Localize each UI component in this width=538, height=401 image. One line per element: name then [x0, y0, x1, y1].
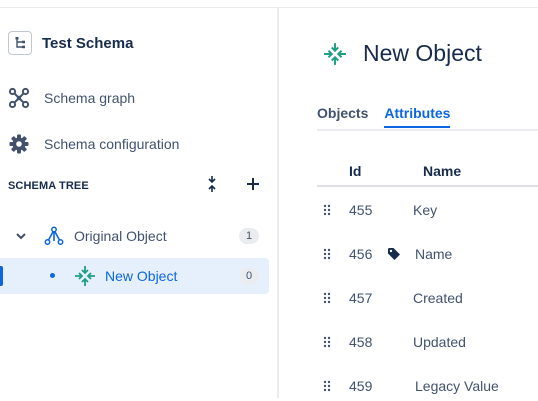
object-count-badge: 0: [239, 268, 259, 284]
schema-icon: [8, 31, 32, 55]
selected-indicator: [0, 266, 3, 286]
tab-attributes[interactable]: Attributes: [384, 105, 451, 128]
schema-graph-icon: [8, 87, 30, 109]
attribute-name: Legacy Value: [415, 378, 499, 394]
object-count-badge: 1: [239, 228, 259, 244]
page-title: New Object: [363, 40, 482, 66]
drag-handle-icon[interactable]: [323, 380, 331, 392]
tab-bar: Objects Attributes: [317, 105, 466, 128]
tab-underline: [317, 129, 538, 131]
label-tag-icon: [388, 248, 400, 260]
attribute-id: 459: [349, 378, 373, 394]
collapse-arrows-icon: [206, 175, 218, 198]
table-header-divider: [317, 185, 538, 187]
attribute-row[interactable]: 455 Key: [317, 195, 538, 225]
nav-schema-configuration[interactable]: Schema configuration: [8, 129, 179, 159]
drag-handle-icon[interactable]: [323, 248, 331, 260]
attribute-id: 457: [349, 290, 373, 306]
attribute-row[interactable]: 456 Name: [317, 239, 538, 269]
attribute-id: 456: [349, 246, 373, 262]
tree-item-label: New Object: [105, 268, 178, 284]
drag-handle-icon[interactable]: [323, 292, 331, 304]
tab-objects[interactable]: Objects: [317, 105, 368, 128]
schema-title-text: Test Schema: [42, 34, 134, 52]
schema-title[interactable]: Test Schema: [8, 28, 133, 58]
attribute-id: 458: [349, 334, 373, 350]
attribute-row[interactable]: 458 Updated: [317, 327, 538, 357]
compress-arrows-icon: [323, 42, 347, 66]
tree-item-label: Original Object: [74, 228, 167, 244]
drag-handle-icon[interactable]: [323, 336, 331, 348]
add-object-type-button[interactable]: [242, 175, 264, 197]
chevron-down-icon[interactable]: [15, 230, 27, 242]
attribute-row[interactable]: 457 Created: [317, 283, 538, 313]
gear-icon: [8, 133, 30, 155]
nav-schema-graph[interactable]: Schema graph: [8, 83, 135, 113]
drag-handle-icon[interactable]: [323, 204, 331, 216]
attribute-id: 455: [349, 202, 373, 218]
column-header-name[interactable]: Name: [423, 163, 461, 179]
tree-item-original-object[interactable]: Original Object 1: [0, 218, 269, 254]
attribute-row[interactable]: 459 Legacy Value: [317, 371, 538, 401]
attribute-name: Key: [413, 202, 438, 218]
collapse-tree-button[interactable]: [201, 175, 223, 197]
top-bar: [0, 0, 538, 8]
nav-schema-configuration-label: Schema configuration: [44, 136, 180, 152]
object-hierarchy-icon: [43, 225, 65, 247]
tree-item-new-object[interactable]: New Object 0: [0, 258, 269, 294]
attribute-name: Created: [413, 290, 463, 306]
main-panel: New Object Objects Attributes Id Name 45…: [279, 8, 538, 398]
tree-bullet: [50, 273, 55, 278]
object-header: New Object: [323, 40, 482, 67]
plus-icon: [246, 177, 260, 196]
column-header-id[interactable]: Id: [349, 163, 361, 179]
attribute-name: Name: [415, 246, 453, 262]
sidebar: [0, 8, 277, 398]
attribute-name: Updated: [413, 334, 466, 350]
compress-arrows-icon: [74, 265, 96, 287]
schema-tree-heading: SCHEMA TREE: [8, 180, 89, 192]
nav-schema-graph-label: Schema graph: [44, 90, 136, 106]
